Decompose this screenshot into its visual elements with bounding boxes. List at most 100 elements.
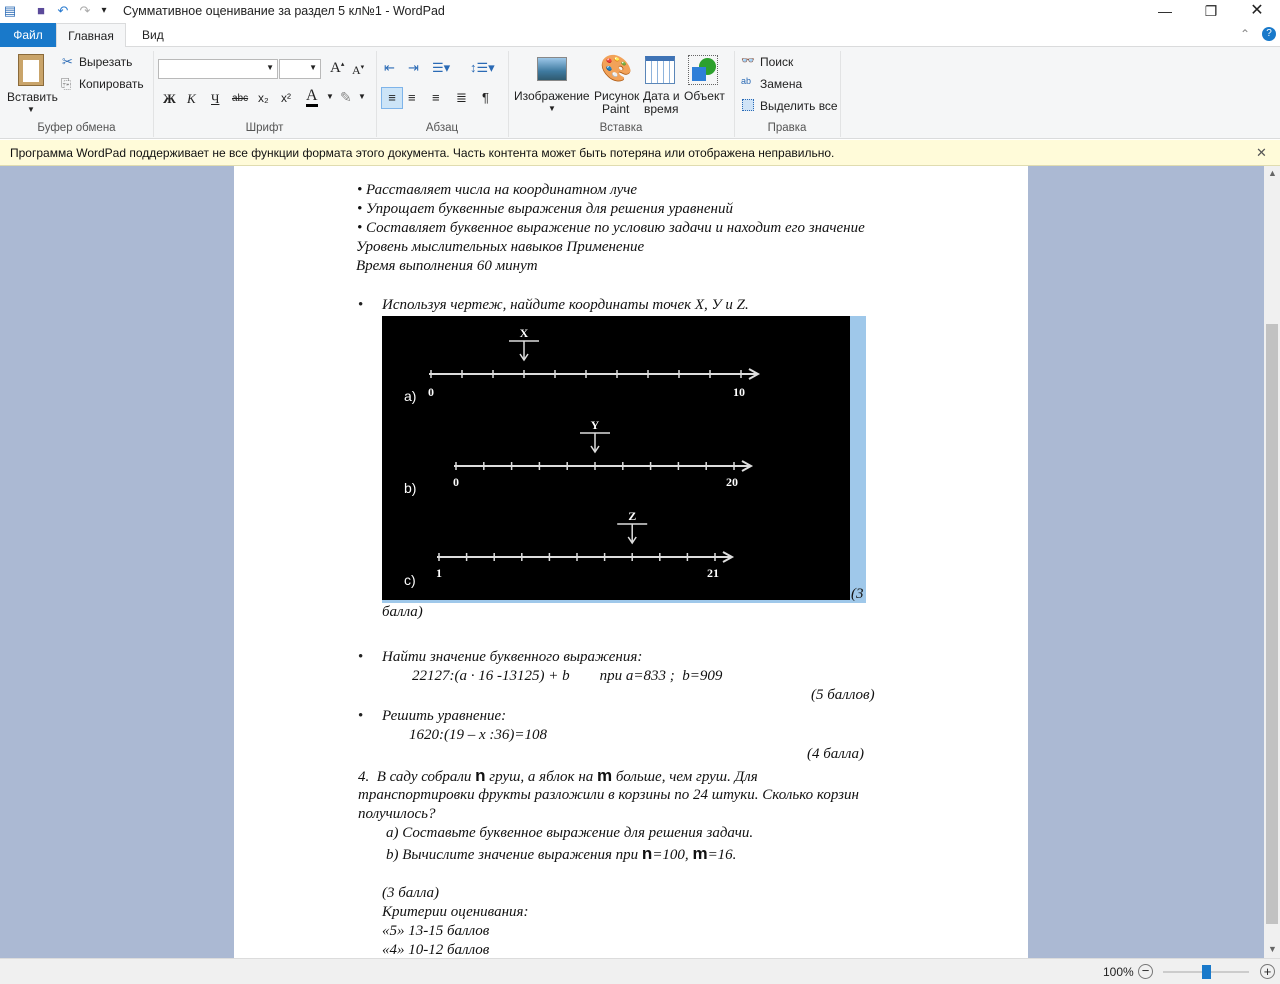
task3-expression: 1620:(19 – х :36)=108 <box>409 727 548 743</box>
point-label: Z <box>628 509 636 523</box>
task2-expression: 22127:(а · 16 -13125) + b при а=833 ; b=… <box>412 668 723 684</box>
task2-text: Найти значение буквенного выражения: <box>382 649 643 665</box>
insert-object-button[interactable]: Объект <box>684 89 725 103</box>
text-color-button[interactable]: A <box>306 88 318 107</box>
insert-image-button[interactable]: Изображение <box>514 89 590 103</box>
criteria-5: «5» 13-15 баллов <box>382 923 490 939</box>
select-all-icon <box>742 99 754 111</box>
ribbon-tabs: Файл Главная Вид ⌃ ? <box>0 23 1280 48</box>
doc-line: Время выполнения 60 минут <box>356 258 538 274</box>
align-center-icon[interactable]: ≡ <box>408 90 416 105</box>
tab-home[interactable]: Главная <box>56 23 126 48</box>
task4-part-a: а) Составьте буквенное выражение для реш… <box>386 825 754 841</box>
criteria-heading: Критерии оценивания: <box>382 904 529 920</box>
bullet: • <box>358 297 364 313</box>
copy-icon: ⎘ <box>61 76 72 91</box>
save-icon[interactable]: ■ <box>33 3 49 19</box>
help-icon[interactable]: ? <box>1262 27 1276 41</box>
start-tick-label: 0 <box>453 475 459 489</box>
highlight-dropdown-icon[interactable]: ▼ <box>358 92 366 101</box>
collapse-ribbon-icon[interactable]: ⌃ <box>1240 27 1250 41</box>
text-color-dropdown-icon[interactable]: ▼ <box>326 92 334 101</box>
close-infobar-icon[interactable]: ✕ <box>1256 145 1267 161</box>
task4-part-b: b) Вычислите значение выражения при n=10… <box>386 844 737 863</box>
bold-button[interactable]: Ж <box>163 91 176 107</box>
scroll-down-icon[interactable]: ▼ <box>1268 944 1277 954</box>
bullet-list-icon[interactable]: ☰▾ <box>432 60 450 76</box>
task2-points: (5 баллов) <box>811 687 875 703</box>
customize-quick-access-icon[interactable]: ▾ <box>96 3 112 19</box>
group-label-paragraph: Абзац <box>425 122 459 134</box>
decrease-indent-icon[interactable]: ⇤ <box>384 60 395 76</box>
insert-image-dropdown-icon[interactable]: ▼ <box>548 104 556 113</box>
task3-points: (4 балла) <box>807 746 865 762</box>
document-area: • Расставляет числа на координатном луче… <box>0 166 1264 958</box>
italic-button[interactable]: К <box>187 91 196 107</box>
scrollbar-thumb[interactable] <box>1266 324 1278 924</box>
paragraph-settings-icon[interactable]: ¶ <box>482 90 489 105</box>
paint-palette-icon: 🎨 <box>600 53 633 83</box>
tab-file[interactable]: Файл <box>0 23 56 47</box>
font-name-select[interactable]: ▼ <box>158 59 278 79</box>
figure-selection[interactable]: 0 10 a) X 0 20 b) Y 1 21 c) Z <box>382 316 866 603</box>
strikethrough-button[interactable]: abc <box>232 93 248 104</box>
zoom-in-button[interactable]: + <box>1260 964 1275 979</box>
task4-line1: 4. В саду собрали n груш, а яблок на m б… <box>358 766 758 785</box>
line-spacing-icon[interactable]: ↕☰▾ <box>470 60 495 76</box>
group-label-insert: Вставка <box>599 122 643 134</box>
paste-button[interactable]: Вставить ▼ <box>7 52 58 124</box>
start-tick-label: 1 <box>436 566 442 580</box>
redo-icon[interactable]: ↷ <box>77 3 93 19</box>
align-right-icon[interactable]: ≡ <box>432 90 440 105</box>
font-size-select[interactable]: ▼ <box>279 59 321 79</box>
zoom-out-button[interactable]: − <box>1138 964 1153 979</box>
cut-button[interactable]: Вырезать <box>79 55 132 69</box>
scroll-up-icon[interactable]: ▲ <box>1268 168 1277 178</box>
clipboard-icon <box>18 54 44 86</box>
compatibility-infobar: Программа WordPad поддерживает не все фу… <box>0 140 1280 166</box>
zoom-slider-thumb[interactable] <box>1202 965 1211 979</box>
doc-line: • Упрощает буквенные выражения для решен… <box>357 201 733 217</box>
title-bar: ▤ ■ ↶ ↷ ▾ Суммативное оценивание за разд… <box>0 0 1280 23</box>
underline-button[interactable]: Ч <box>211 91 219 107</box>
select-all-button[interactable]: Выделить все <box>760 99 838 113</box>
window-title: Суммативное оценивание за раздел 5 кл№1 … <box>123 4 445 18</box>
grow-font-icon[interactable]: A▴ <box>330 60 344 77</box>
doc-line: Уровень мыслительных навыков Применение <box>356 239 645 255</box>
end-tick-label: 10 <box>733 385 745 399</box>
subscript-button[interactable]: x₂ <box>258 91 269 105</box>
undo-icon[interactable]: ↶ <box>55 3 71 19</box>
close-button[interactable]: ✕ <box>1234 0 1280 23</box>
restore-button[interactable]: ❐ <box>1188 0 1234 23</box>
date-time-button[interactable]: Дата и <box>643 89 680 103</box>
wordpad-app-icon[interactable]: ▤ <box>2 3 18 19</box>
point-label: X <box>520 326 529 340</box>
paint-drawing-button[interactable]: Рисунок <box>594 89 639 103</box>
find-button[interactable]: Поиск <box>760 55 793 69</box>
document-page[interactable]: • Расставляет числа на координатном луче… <box>234 166 1028 958</box>
tab-view[interactable]: Вид <box>128 23 178 47</box>
infobar-message: Программа WordPad поддерживает не все фу… <box>10 146 835 160</box>
increase-indent-icon[interactable]: ⇥ <box>408 60 419 76</box>
task4-points: (3 балла) <box>382 885 440 901</box>
shrink-font-icon[interactable]: A▾ <box>352 63 364 78</box>
justify-icon[interactable]: ≣ <box>456 90 467 106</box>
cut-icon: ✂ <box>62 54 73 69</box>
copy-button[interactable]: Копировать <box>79 77 144 91</box>
group-label-edit: Правка <box>767 122 807 134</box>
align-left-icon[interactable]: ≡ <box>381 87 403 109</box>
highlight-icon[interactable]: ✎ <box>340 89 352 106</box>
replace-button[interactable]: Замена <box>760 77 802 91</box>
superscript-button[interactable]: x² <box>281 91 291 105</box>
vertical-scrollbar[interactable]: ▲ ▼ <box>1264 166 1280 958</box>
line-label: b) <box>404 480 416 496</box>
minimize-button[interactable]: — <box>1142 0 1188 23</box>
status-bar: 100% − + <box>0 958 1280 984</box>
doc-line: • Расставляет числа на координатном луче <box>357 182 638 198</box>
task1-points: (3 <box>851 586 864 602</box>
replace-icon: ab <box>741 76 752 86</box>
zoom-slider[interactable] <box>1163 965 1249 979</box>
end-tick-label: 20 <box>726 475 738 489</box>
task4-line2: транспортировки фрукты разложили в корзи… <box>358 787 859 803</box>
line-label: c) <box>404 572 416 588</box>
